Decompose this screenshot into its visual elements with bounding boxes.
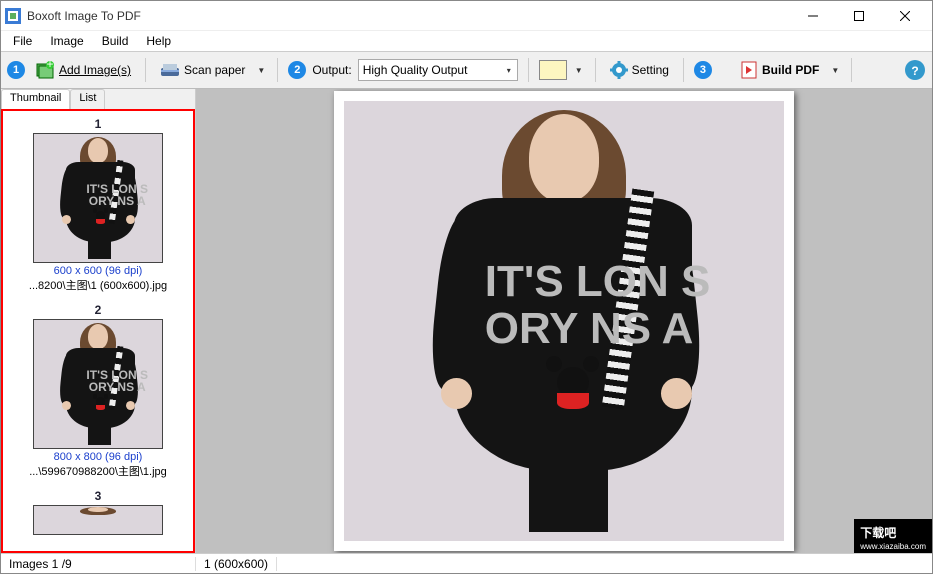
svg-text:?: ? <box>911 64 918 78</box>
thumbnail-item[interactable]: 3 <box>7 487 189 535</box>
separator <box>277 58 278 82</box>
app-icon <box>5 8 21 24</box>
mickey-icon <box>546 356 599 409</box>
separator <box>595 58 596 82</box>
output-value: High Quality Output <box>363 63 468 77</box>
status-image-count: Images 1 /9 <box>1 557 196 571</box>
watermark-logo: 下载吧 www.xiazaiba.com <box>854 519 932 553</box>
thumb-dimensions: 800 x 800 (96 dpi) <box>7 451 189 463</box>
scan-paper-label: Scan paper <box>184 63 245 77</box>
thumb-image: IT'S LON S ORY NS A <box>33 319 163 449</box>
gear-icon <box>610 61 628 79</box>
maximize-button[interactable] <box>836 1 882 31</box>
thumbnail-list[interactable]: 1 IT'S LON S ORY NS A 600 x 600 (96 dpi)… <box>3 111 193 551</box>
left-panel: Thumbnail List 1 IT'S LON S ORY NS A 600… <box>1 89 196 553</box>
tab-list[interactable]: List <box>70 89 105 109</box>
thumb-image <box>33 505 163 535</box>
thumbnail-item[interactable]: 1 IT'S LON S ORY NS A 600 x 600 (96 dpi)… <box>7 115 189 293</box>
close-button[interactable] <box>882 1 928 31</box>
step-2-badge: 2 <box>288 61 306 79</box>
add-images-label: Add Image(s) <box>59 63 131 77</box>
svg-text:+: + <box>46 60 53 71</box>
titlebar: Boxoft Image To PDF <box>1 1 932 31</box>
setting-button[interactable]: Setting <box>606 59 673 81</box>
preview-area: IT'S LON S ORY NS A 下载吧 www.xiazaiba.com <box>196 89 932 553</box>
setting-label: Setting <box>632 63 669 77</box>
scan-dropdown-arrow[interactable]: ▼ <box>255 66 267 75</box>
thumbnail-container: 1 IT'S LON S ORY NS A 600 x 600 (96 dpi)… <box>1 109 195 553</box>
tab-thumbnail[interactable]: Thumbnail <box>1 89 70 109</box>
preview-page[interactable]: IT'S LON S ORY NS A <box>334 91 794 551</box>
help-icon[interactable]: ? <box>904 59 926 81</box>
separator <box>683 58 684 82</box>
build-pdf-label: Build PDF <box>762 63 819 77</box>
thumb-number: 1 <box>7 115 189 133</box>
window-controls <box>790 1 928 31</box>
add-images-button[interactable]: + Add Image(s) <box>31 58 135 82</box>
build-pdf-button[interactable]: Build PDF <box>736 59 823 81</box>
step-3-badge: 3 <box>694 61 712 79</box>
menu-help[interactable]: Help <box>138 32 179 50</box>
thumb-dimensions: 600 x 600 (96 dpi) <box>7 265 189 277</box>
thumb-number: 2 <box>7 301 189 319</box>
background-color-swatch[interactable] <box>539 60 567 80</box>
minimize-button[interactable] <box>790 1 836 31</box>
output-label: Output: <box>312 63 351 77</box>
separator <box>528 58 529 82</box>
add-images-icon: + <box>35 60 55 80</box>
menu-file[interactable]: File <box>5 32 40 50</box>
menu-build[interactable]: Build <box>94 32 137 50</box>
thumb-image: IT'S LON S ORY NS A <box>33 133 163 263</box>
build-dropdown-arrow[interactable]: ▼ <box>829 66 841 75</box>
main-area: Thumbnail List 1 IT'S LON S ORY NS A 600… <box>1 89 932 553</box>
scanner-icon <box>160 62 180 78</box>
output-select[interactable]: High Quality Output ▾ <box>358 59 518 81</box>
thumb-filepath: ...\599670988200\主图\1.jpg <box>7 463 189 479</box>
separator <box>851 58 852 82</box>
color-dropdown-arrow[interactable]: ▼ <box>573 66 585 75</box>
scan-paper-button[interactable]: Scan paper <box>156 60 249 80</box>
toolbar: 1 + Add Image(s) Scan paper ▼ 2 Output: … <box>1 51 932 89</box>
pdf-icon <box>740 61 758 79</box>
output-dropdown-icon: ▾ <box>505 66 513 75</box>
window-title: Boxoft Image To PDF <box>27 9 790 23</box>
separator <box>145 58 146 82</box>
menu-image[interactable]: Image <box>42 32 91 50</box>
statusbar: Images 1 /9 1 (600x600) <box>1 553 932 573</box>
panel-tabs: Thumbnail List <box>1 89 195 109</box>
status-preview-name: 1 (600x600) <box>196 557 277 571</box>
dress-text: IT'S LON S ORY NS A <box>485 259 784 351</box>
thumb-filepath: ...8200\主图\1 (600x600).jpg <box>7 277 189 293</box>
thumb-number: 3 <box>7 487 189 505</box>
thumbnail-item[interactable]: 2 IT'S LON S ORY NS A 800 x 800 (96 dpi)… <box>7 301 189 479</box>
menubar: File Image Build Help <box>1 31 932 51</box>
step-1-badge: 1 <box>7 61 25 79</box>
